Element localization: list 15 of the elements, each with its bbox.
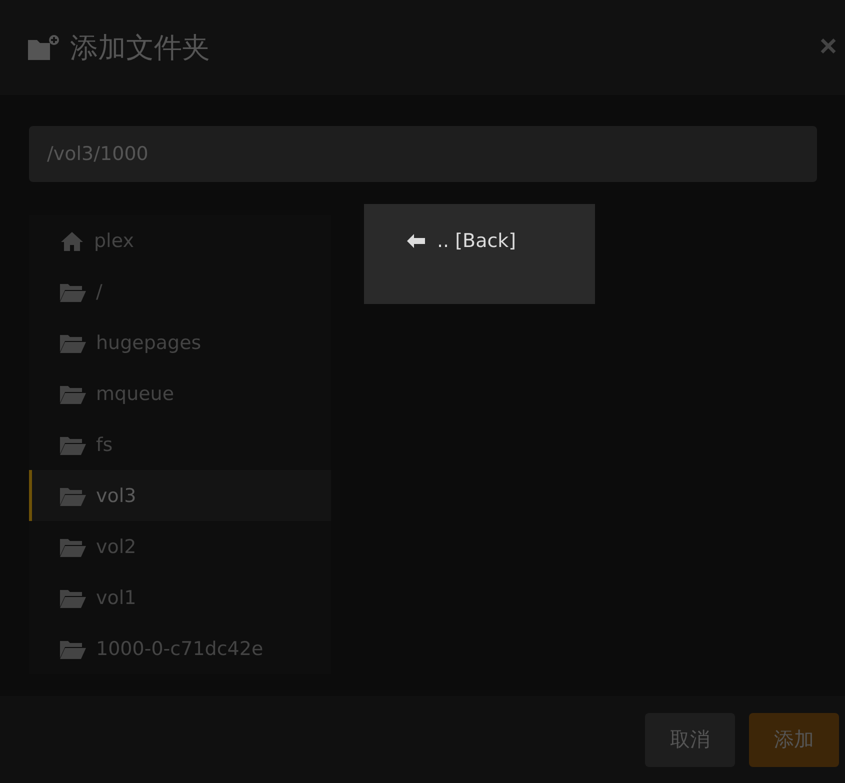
folder-icon [60,638,86,658]
dialog-title: 添加文件夹 [70,30,210,66]
home-icon [60,230,84,250]
folder-icon [60,282,86,302]
folder-icon [60,536,86,556]
close-button[interactable]: × [819,32,837,62]
folder-add-icon [28,34,60,62]
folder-icon [60,434,86,454]
arrow-left-icon [407,234,425,248]
folder-icon [60,588,86,608]
folder-icon [60,486,86,506]
add-button[interactable]: 添加 [749,712,839,766]
folder-icon [60,332,86,352]
folder-item[interactable]: vol3 [29,470,331,521]
folder-icon [60,384,86,404]
